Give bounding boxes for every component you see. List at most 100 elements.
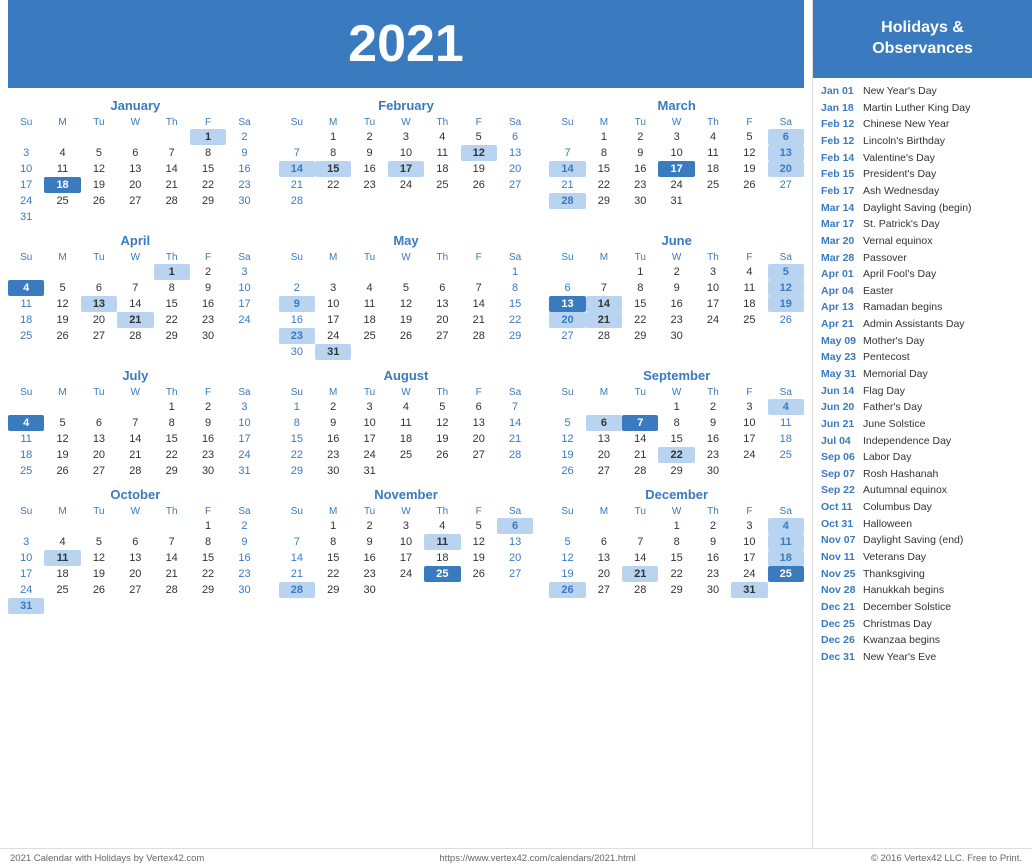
calendar-day: 10: [315, 296, 351, 312]
calendar-day: [279, 129, 315, 145]
weekday-header: Th: [695, 251, 731, 264]
calendar-day: 7: [622, 534, 658, 550]
calendar-day: 22: [315, 177, 351, 193]
calendar-day: 19: [388, 312, 424, 328]
calendar-day: [586, 518, 622, 534]
holiday-date: Jun 21: [821, 418, 859, 432]
calendar-day: 4: [8, 280, 44, 296]
calendar-day: 21: [622, 566, 658, 582]
calendar-day: [388, 463, 424, 479]
calendar-day: 12: [81, 161, 117, 177]
calendar-day: 6: [497, 129, 533, 145]
calendar-day: 18: [351, 312, 387, 328]
calendar-day: 19: [81, 566, 117, 582]
calendar-day: 28: [117, 328, 153, 344]
calendar-day: 1: [315, 518, 351, 534]
calendar-day: [586, 264, 622, 280]
holiday-item: Apr 04Easter: [821, 283, 1024, 300]
holiday-date: Mar 20: [821, 235, 859, 249]
calendar-day: 17: [388, 550, 424, 566]
calendar-day: 9: [226, 534, 262, 550]
weekday-header: W: [117, 116, 153, 129]
calendar-day: 20: [586, 566, 622, 582]
holiday-item: Nov 11Veterans Day: [821, 550, 1024, 567]
calendar-day: [497, 193, 533, 209]
calendar-day: [731, 328, 767, 344]
calendar-day: 31: [226, 463, 262, 479]
calendar-day: 23: [351, 177, 387, 193]
calendar-day: 21: [117, 312, 153, 328]
calendar-day: 16: [279, 312, 315, 328]
calendar-day: 2: [315, 399, 351, 415]
calendar-day: 12: [44, 431, 80, 447]
weekday-header: M: [315, 386, 351, 399]
calendar-day: 13: [549, 296, 585, 312]
weekday-header: Su: [549, 116, 585, 129]
calendar-day: 29: [315, 582, 351, 598]
weekday-header: Th: [424, 116, 460, 129]
calendar-day: [117, 129, 153, 145]
holiday-name: President's Day: [863, 168, 936, 182]
weekday-header: F: [461, 386, 497, 399]
footer-right: © 2016 Vertex42 LLC. Free to Print.: [871, 853, 1022, 864]
weekday-header: Su: [549, 386, 585, 399]
holiday-name: April Fool's Day: [863, 268, 936, 282]
calendar-day: 27: [424, 328, 460, 344]
holiday-item: Sep 22Autumnal equinox: [821, 483, 1024, 500]
holiday-item: Jan 01New Year's Day: [821, 84, 1024, 101]
calendar-day: 27: [768, 177, 804, 193]
holiday-name: Kwanzaa begins: [863, 634, 940, 648]
calendar-day: 4: [44, 145, 80, 161]
calendar-day: 8: [154, 415, 190, 431]
calendar-day: 11: [731, 280, 767, 296]
calendar-day: [44, 518, 80, 534]
month-title: October: [8, 487, 263, 502]
weekday-header: W: [388, 505, 424, 518]
calendar-day: 11: [424, 145, 460, 161]
calendar-day: 28: [622, 582, 658, 598]
calendar-day: 27: [586, 463, 622, 479]
calendar-day: 28: [549, 193, 585, 209]
holiday-date: Mar 17: [821, 218, 859, 232]
weekday-header: Tu: [622, 251, 658, 264]
weekday-header: F: [731, 251, 767, 264]
calendar-day: 3: [315, 280, 351, 296]
holiday-date: Sep 06: [821, 451, 859, 465]
calendar-day: [549, 399, 585, 415]
weekday-header: Su: [279, 251, 315, 264]
month-block-november: NovemberSuMTuWThFSa123456789101112131415…: [279, 487, 534, 614]
calendar-day: 3: [731, 399, 767, 415]
weekday-header: F: [731, 116, 767, 129]
calendar-day: 3: [388, 518, 424, 534]
calendar-day: 9: [315, 415, 351, 431]
calendar-day: [497, 463, 533, 479]
weekday-header: Th: [695, 116, 731, 129]
calendar-day: 16: [315, 431, 351, 447]
calendar-day: 14: [154, 161, 190, 177]
month-title: January: [8, 98, 263, 113]
calendar-day: 29: [586, 193, 622, 209]
weekday-header: Su: [8, 251, 44, 264]
calendar-day: 2: [622, 129, 658, 145]
calendar-day: 2: [658, 264, 694, 280]
calendar-day: 23: [351, 566, 387, 582]
month-title: August: [279, 368, 534, 383]
holiday-name: Mother's Day: [863, 335, 925, 349]
calendar-day: 26: [768, 312, 804, 328]
holiday-date: Nov 07: [821, 534, 859, 548]
calendar-day: 14: [117, 431, 153, 447]
calendar-day: 20: [461, 431, 497, 447]
calendar-day: 2: [351, 129, 387, 145]
calendar-day: 3: [658, 129, 694, 145]
calendar-day: 10: [731, 415, 767, 431]
weekday-header: Su: [279, 386, 315, 399]
calendar-day: 16: [622, 161, 658, 177]
weekday-header: Su: [549, 505, 585, 518]
calendar-day: 25: [768, 447, 804, 463]
holiday-date: Mar 28: [821, 252, 859, 266]
calendar-table: SuMTuWThFSa12345678910111213141516171819…: [8, 386, 263, 479]
calendar-day: 28: [279, 582, 315, 598]
calendar-day: [731, 463, 767, 479]
calendar-day: [81, 264, 117, 280]
calendar-day: 4: [695, 129, 731, 145]
